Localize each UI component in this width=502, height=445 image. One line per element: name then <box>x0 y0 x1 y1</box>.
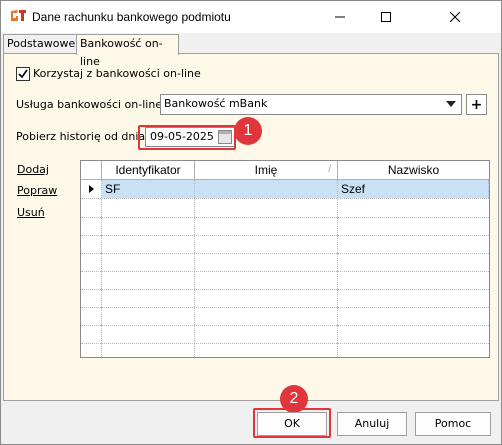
table-row[interactable] <box>81 199 489 218</box>
checkmark-icon <box>18 69 28 79</box>
tab-bankowosc-online[interactable]: Bankowość on-line <box>76 34 179 68</box>
online-banking-checkbox[interactable] <box>16 67 30 81</box>
maximize-button[interactable] <box>363 1 409 33</box>
sort-indicator: / <box>328 164 331 175</box>
cell-identyfikator[interactable]: SF <box>102 180 195 198</box>
chevron-down-icon[interactable] <box>446 101 456 107</box>
cancel-button[interactable]: Anuluj <box>337 412 407 436</box>
row-pointer-icon <box>89 185 94 193</box>
history-date-label: Pobierz historię od dnia: <box>16 130 149 143</box>
edit-link[interactable]: Popraw <box>17 184 57 197</box>
minimize-button[interactable] <box>317 1 363 33</box>
table-row[interactable] <box>81 289 489 308</box>
title-bar: Dane rachunku bankowego podmiotu <box>1 1 501 33</box>
delete-link[interactable]: Usuń <box>17 206 45 219</box>
annotation-badge-1: 1 <box>234 117 262 145</box>
column-header-imie[interactable]: Imię / <box>195 161 338 180</box>
cell-nazwisko[interactable]: Szef <box>338 180 489 198</box>
window-title: Dane rachunku bankowego podmiotu <box>32 10 231 24</box>
close-button[interactable] <box>409 1 501 33</box>
add-link[interactable]: Dodaj <box>17 163 49 176</box>
add-service-button[interactable]: + <box>466 94 487 115</box>
table-row[interactable] <box>81 325 489 344</box>
tab-podstawowe[interactable]: Podstawowe <box>3 34 77 53</box>
help-button[interactable]: Pomoc <box>415 412 491 436</box>
table-row[interactable] <box>81 343 489 357</box>
table-row[interactable] <box>81 217 489 236</box>
grid-indicator-header <box>81 161 102 180</box>
annotation-box-1 <box>138 125 236 150</box>
maximize-icon <box>381 12 391 22</box>
service-select-value: Bankowość mBank <box>164 97 268 110</box>
column-header-nazwisko[interactable]: Nazwisko <box>338 161 489 180</box>
column-header-imie-label: Imię <box>254 163 278 177</box>
online-banking-checkbox-label: Korzystaj z bankowości on-line <box>33 67 201 80</box>
gt-app-icon <box>9 9 26 23</box>
table-row[interactable] <box>81 235 489 254</box>
row-indicator-cell <box>81 180 102 198</box>
users-grid: Identyfikator Imię / Nazwisko SF Szef <box>80 160 490 358</box>
minimize-icon <box>335 16 345 18</box>
dialog-window: Dane rachunku bankowego podmiotu Podstaw… <box>0 0 502 445</box>
column-header-identyfikator[interactable]: Identyfikator <box>102 161 195 180</box>
service-select[interactable]: Bankowość mBank <box>160 94 462 115</box>
cell-imie[interactable] <box>195 180 338 198</box>
service-label: Usługa bankowości on-line: <box>16 98 166 111</box>
table-row[interactable] <box>81 253 489 272</box>
table-row[interactable] <box>81 271 489 290</box>
table-row[interactable] <box>81 307 489 326</box>
close-icon <box>450 12 460 22</box>
table-row[interactable]: SF Szef <box>81 180 489 199</box>
annotation-box-2 <box>253 408 331 438</box>
